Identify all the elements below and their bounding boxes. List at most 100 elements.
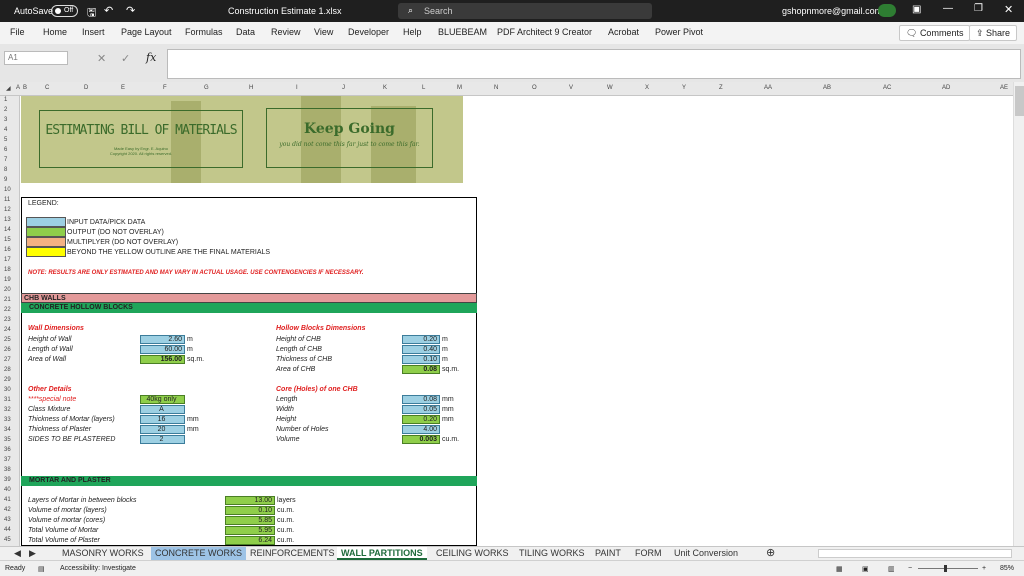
menu-view[interactable]: View [314, 27, 333, 37]
row-number[interactable]: 11 [4, 197, 10, 203]
share-button[interactable]: ⇪ Share [969, 25, 1018, 41]
wall-height-input[interactable]: 2.60 [140, 335, 185, 344]
row-number[interactable]: 40 [4, 487, 11, 493]
comments-button[interactable]: 🗨 Comments [899, 25, 971, 41]
menu-file[interactable]: File [10, 27, 25, 37]
row-number[interactable]: 12 [4, 207, 11, 213]
tab-ceiling-works[interactable]: CEILING WORKS [432, 547, 513, 560]
row-number[interactable]: 17 [4, 257, 11, 263]
row-number[interactable]: 34 [4, 427, 11, 433]
row-number[interactable]: 4 [4, 127, 7, 133]
zoom-slider-thumb[interactable] [944, 565, 947, 572]
col-e[interactable]: E [121, 85, 125, 91]
col-a[interactable]: A [16, 85, 20, 91]
tab-unit-conversion[interactable]: Unit Conversion [670, 547, 742, 560]
chb-length-input[interactable]: 0.40 [402, 345, 440, 354]
row-number[interactable]: 16 [4, 247, 11, 253]
mortar-layers-output[interactable]: 13.00 [225, 496, 275, 505]
search-box[interactable]: Search [398, 3, 652, 19]
col-g[interactable]: G [204, 85, 209, 91]
add-sheet-icon[interactable]: ⊕ [762, 547, 779, 560]
tab-concrete-works[interactable]: CONCRETE WORKS [151, 547, 247, 560]
minimize-icon[interactable]: — [943, 3, 953, 14]
row-number[interactable]: 41 [4, 497, 11, 503]
row-number[interactable]: 1 [4, 97, 7, 103]
row-number[interactable]: 33 [4, 417, 11, 423]
mortar-cores-volume-output[interactable]: 5.85 [225, 516, 275, 525]
menu-pdf-architect[interactable]: PDF Architect 9 Creator [497, 27, 592, 37]
zoom-in-icon[interactable]: + [982, 565, 986, 572]
col-y[interactable]: Y [682, 85, 686, 91]
row-number[interactable]: 28 [4, 367, 11, 373]
row-number[interactable]: 32 [4, 407, 11, 413]
row-number[interactable]: 39 [4, 477, 11, 483]
col-b[interactable]: B [23, 85, 27, 91]
row-number[interactable]: 7 [4, 157, 7, 163]
col-m[interactable]: M [457, 85, 462, 91]
tab-prev-icon[interactable]: ◀ [10, 547, 25, 560]
col-k[interactable]: K [383, 85, 387, 91]
row-number[interactable]: 38 [4, 467, 11, 473]
col-z[interactable]: Z [719, 85, 723, 91]
menu-bluebeam[interactable]: BLUEBEAM [438, 27, 487, 37]
row-number[interactable]: 26 [4, 347, 11, 353]
save-icon[interactable]: 🖫 [87, 4, 96, 23]
mortar-thickness-input[interactable]: 16 [140, 415, 185, 424]
autosave-toggle[interactable]: Off [51, 5, 78, 17]
col-ad[interactable]: AD [942, 85, 950, 91]
row-number[interactable]: 29 [4, 377, 11, 383]
accessibility-status[interactable]: Accessibility: Investigate [60, 565, 136, 572]
chb-thickness-input[interactable]: 0.10 [402, 355, 440, 364]
mortar-layers-volume-output[interactable]: 0.10 [225, 506, 275, 515]
account-email[interactable]: gshopnmore@gmail.com [782, 6, 882, 16]
menu-help[interactable]: Help [403, 27, 422, 37]
row-number[interactable]: 19 [4, 277, 11, 283]
special-note-output[interactable]: 40kg only [140, 395, 185, 404]
col-ac[interactable]: AC [883, 85, 891, 91]
row-number[interactable]: 24 [4, 327, 11, 333]
row-number[interactable]: 37 [4, 457, 11, 463]
tab-paint[interactable]: PAINT [591, 547, 625, 560]
chb-area-output[interactable]: 0.08 [402, 365, 440, 374]
menu-acrobat[interactable]: Acrobat [608, 27, 639, 37]
row-number[interactable]: 22 [4, 307, 11, 313]
row-number[interactable]: 10 [4, 187, 11, 193]
row-number[interactable]: 35 [4, 437, 11, 443]
row-number[interactable]: 44 [4, 527, 11, 533]
sheet-grid[interactable]: ESTIMATING BILL OF MATERIALS Made Easy b… [20, 96, 1013, 546]
row-number[interactable]: 20 [4, 287, 11, 293]
zoom-out-icon[interactable]: − [908, 565, 912, 572]
menu-home[interactable]: Home [43, 27, 67, 37]
core-volume-output[interactable]: 0.003 [402, 435, 440, 444]
name-box[interactable]: A1 [4, 51, 68, 65]
row-number[interactable]: 31 [4, 397, 11, 403]
wall-length-input[interactable]: 60.00 [140, 345, 185, 354]
col-i[interactable]: I [296, 85, 298, 91]
tab-next-icon[interactable]: ▶ [25, 547, 40, 560]
row-number[interactable]: 45 [4, 537, 11, 543]
row-number[interactable]: 5 [4, 137, 7, 143]
core-width-input[interactable]: 0.05 [402, 405, 440, 414]
avatar[interactable] [878, 4, 896, 17]
menu-page-layout[interactable]: Page Layout [121, 27, 172, 37]
zoom-slider[interactable] [918, 568, 978, 569]
close-icon[interactable]: ✕ [1004, 3, 1013, 16]
plaster-thickness-input[interactable]: 20 [140, 425, 185, 434]
row-number[interactable]: 30 [4, 387, 11, 393]
tab-tiling-works[interactable]: TILING WORKS [515, 547, 589, 560]
menu-formulas[interactable]: Formulas [185, 27, 223, 37]
core-height-output[interactable]: 0.20 [402, 415, 440, 424]
page-break-icon[interactable]: ▥ [888, 565, 895, 573]
vertical-scrollbar[interactable] [1013, 82, 1024, 546]
row-number[interactable]: 9 [4, 177, 7, 183]
row-number[interactable]: 18 [4, 267, 11, 273]
function-icon[interactable]: fx [146, 51, 156, 64]
row-number[interactable]: 13 [4, 217, 11, 223]
mortar-total-output[interactable]: 5.95 [225, 526, 275, 535]
row-number[interactable]: 36 [4, 447, 11, 453]
restore-icon[interactable]: ❐ [974, 3, 983, 14]
menu-developer[interactable]: Developer [348, 27, 389, 37]
page-layout-icon[interactable]: ▣ [862, 565, 869, 573]
undo-icon[interactable]: ↶ [104, 4, 113, 17]
normal-view-icon[interactable]: ▦ [836, 565, 843, 573]
